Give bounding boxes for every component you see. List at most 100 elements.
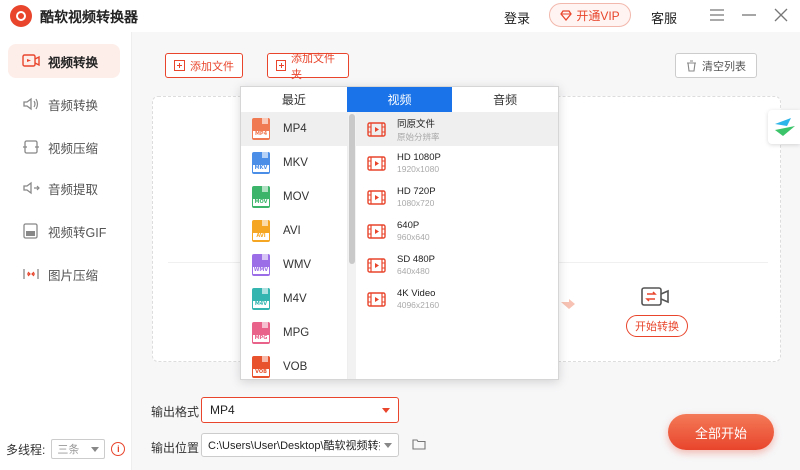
format-list: MP4 MP4 MKV MKV MOV MOV AVI AVI WMV WMV M4V M4V MPG M…	[241, 112, 348, 379]
format-badge: WMV	[253, 267, 269, 274]
output-path-select[interactable]: C:\Users\User\Desktop\酷软视频转换器	[201, 433, 399, 457]
tab-video[interactable]: 视频	[346, 87, 453, 112]
start-all-button[interactable]: 全部开始	[668, 414, 774, 450]
clear-list-button[interactable]: 清空列表	[675, 53, 757, 78]
format-label: MKV	[283, 157, 308, 169]
film-icon	[367, 189, 386, 205]
sidebar-item-video-convert[interactable]: 视频转换	[8, 44, 120, 78]
chevron-down-icon	[91, 446, 100, 452]
threads-control: 多线程: 三条 i	[6, 439, 126, 459]
resolution-size: 1920x1080	[397, 164, 440, 174]
resolution-text: 同原文件 原始分辨率	[397, 116, 440, 143]
format-item-mp4[interactable]: MP4 MP4	[241, 112, 347, 146]
video-compress-icon	[23, 140, 39, 154]
title-bar: 酷软视频转换器 登录 开通VIP 客服	[0, 0, 800, 32]
sidebar-item-label: 图片压缩	[48, 268, 99, 283]
format-item-mpg[interactable]: MPG MPG	[241, 316, 347, 350]
scroll-thumb[interactable]	[349, 114, 355, 264]
resolution-item[interactable]: 同原文件 原始分辨率	[356, 112, 558, 146]
sidebar-item-label: 音频转换	[48, 98, 99, 113]
file-format-icon: AVI	[252, 220, 272, 242]
diamond-icon	[560, 9, 573, 21]
menu-icon[interactable]	[708, 6, 726, 24]
resolution-text: 640P 960x640	[397, 220, 430, 242]
side-panel-tab[interactable]	[768, 110, 800, 144]
output-path-value: C:\Users\User\Desktop\酷软视频转换器	[208, 440, 380, 452]
chevron-down-icon	[382, 407, 390, 413]
app-title: 酷软视频转换器	[40, 9, 138, 25]
format-badge: VOB	[253, 369, 269, 376]
video-convert-icon	[22, 54, 40, 67]
format-item-vob[interactable]: VOB VOB	[241, 350, 347, 379]
folder-plus-icon	[276, 60, 287, 71]
sidebar-item-label: 视频转GIF	[48, 225, 107, 240]
output-format-select[interactable]: MP4	[201, 397, 399, 423]
resolution-size: 960x640	[397, 232, 430, 242]
resolution-item[interactable]: HD 1080P 1920x1080	[356, 146, 558, 180]
file-format-icon: WMV	[252, 254, 272, 276]
resolution-title: 同原文件	[397, 118, 436, 130]
resolution-size: 原始分辨率	[397, 131, 440, 142]
app-logo-icon	[10, 5, 32, 27]
format-item-mkv[interactable]: MKV MKV	[241, 146, 347, 180]
threads-label: 多线程:	[6, 442, 46, 457]
resolution-size: 640x480	[397, 266, 430, 276]
start-convert-button[interactable]: 开始转换	[626, 315, 688, 337]
sidebar-item-label: 视频压缩	[48, 141, 99, 156]
vip-label: 开通VIP	[576, 8, 620, 23]
format-label: MP4	[283, 123, 307, 135]
format-badge: MKV	[253, 165, 269, 172]
sidebar-item-audio-convert[interactable]: 音频转换	[8, 87, 120, 121]
resolution-text: 4K Video 4096x2160	[397, 288, 439, 310]
scrollbar[interactable]	[348, 112, 356, 379]
resolution-item[interactable]: SD 480P 640x480	[356, 248, 558, 282]
image-compress-icon	[23, 269, 39, 279]
resolution-text: SD 480P 640x480	[397, 254, 435, 276]
format-item-avi[interactable]: AVI AVI	[241, 214, 347, 248]
file-format-icon: M4V	[252, 288, 272, 310]
film-icon	[367, 257, 386, 273]
close-icon[interactable]	[772, 6, 790, 24]
film-icon	[367, 155, 386, 171]
resolution-title: 640P	[397, 220, 420, 231]
file-format-icon: MKV	[252, 152, 272, 174]
sidebar-item-label: 视频转换	[48, 55, 99, 70]
resolution-size: 1080x720	[397, 198, 435, 208]
service-link[interactable]: 客服	[651, 8, 677, 27]
folder-icon[interactable]	[412, 438, 426, 450]
file-format-icon: MPG	[252, 322, 272, 344]
format-tabs: 最近 视频 音频	[241, 87, 558, 112]
sidebar-item-video-compress[interactable]: 视频压缩	[8, 130, 120, 164]
resolution-item[interactable]: 4K Video 4096x2160	[356, 282, 558, 316]
add-folder-button[interactable]: 添加文件夹	[267, 53, 349, 81]
threads-select[interactable]: 三条	[51, 439, 106, 459]
format-label: MOV	[283, 191, 310, 203]
tab-recent[interactable]: 最近	[241, 87, 347, 112]
add-folder-label: 添加文件夹	[291, 52, 336, 81]
sidebar-item-image-compress[interactable]: 图片压缩	[8, 257, 120, 291]
vip-button[interactable]: 开通VIP	[549, 3, 631, 27]
resolution-title: SD 480P	[397, 254, 436, 265]
sidebar-item-video-gif[interactable]: 视频转GIF	[8, 214, 120, 248]
resolution-item[interactable]: HD 720P 1080x720	[356, 180, 558, 214]
format-badge: MP4	[253, 131, 269, 138]
format-item-wmv[interactable]: WMV WMV	[241, 248, 347, 282]
format-badge: M4V	[253, 301, 269, 308]
sidebar-item-audio-extract[interactable]: 音频提取	[8, 171, 120, 205]
film-icon	[367, 291, 386, 307]
minimize-icon[interactable]	[740, 6, 758, 24]
output-format-value: MP4	[210, 403, 235, 417]
format-item-mov[interactable]: MOV MOV	[241, 180, 347, 214]
file-format-icon: MP4	[252, 118, 272, 140]
sidebar: 视频转换 音频转换 视频压缩 音频提取 视频转GIF 图片压缩 多线程: 三条 …	[0, 32, 132, 470]
info-icon[interactable]: i	[111, 442, 126, 456]
arrow-right-icon	[561, 299, 575, 309]
tab-audio[interactable]: 音频	[452, 87, 558, 112]
format-item-m4v[interactable]: M4V M4V	[241, 282, 347, 316]
clear-list-label: 清空列表	[702, 60, 746, 73]
add-file-button[interactable]: 添加文件	[165, 53, 243, 78]
login-link[interactable]: 登录	[504, 8, 530, 27]
resolution-text: HD 720P 1080x720	[397, 186, 436, 208]
trash-icon	[687, 59, 696, 72]
resolution-item[interactable]: 640P 960x640	[356, 214, 558, 248]
